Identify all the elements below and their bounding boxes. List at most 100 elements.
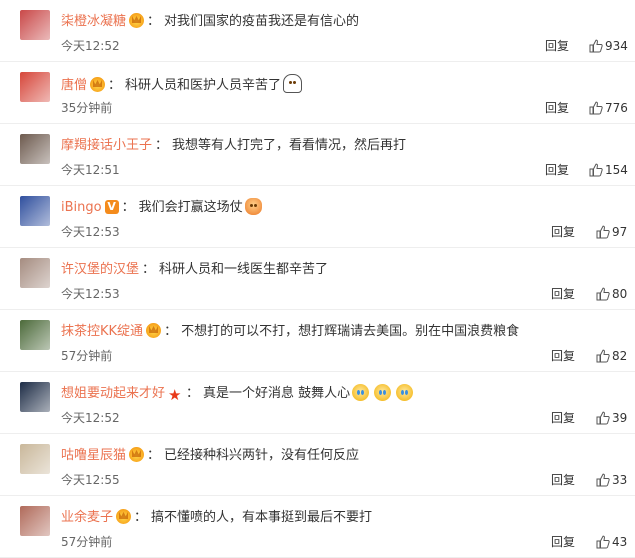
like-button[interactable]: 80 bbox=[596, 286, 627, 302]
comment-time: 57分钟前 bbox=[61, 535, 113, 549]
like-button[interactable]: 934 bbox=[589, 38, 628, 54]
avatar[interactable] bbox=[20, 444, 50, 474]
ghost-emoji-icon bbox=[283, 74, 303, 93]
comment-text: 真是一个好消息 鼓舞人心 bbox=[203, 386, 351, 401]
colon-separator: ： bbox=[164, 324, 178, 339]
reply-button[interactable]: 回复 bbox=[545, 38, 569, 54]
like-count: 39 bbox=[612, 411, 628, 425]
comment-text: 不想打的可以不打，想打辉瑞请去美国。别在中国浪费粮食 bbox=[181, 324, 520, 339]
like-button[interactable]: 776 bbox=[589, 100, 628, 116]
comment-item: iBingo ：我们会打赢这场仗今天12:53 回复 97 bbox=[0, 186, 635, 248]
reply-button[interactable]: 回复 bbox=[551, 410, 575, 426]
comment-item: 咕噜星辰猫 ：已经接种科兴两针，没有任何反应今天12:55 回复 33 bbox=[0, 434, 635, 496]
thumbs-up-icon bbox=[596, 535, 610, 549]
username-link[interactable]: 摩羯接话小王子 bbox=[61, 138, 152, 153]
comment-text: 我想等有人打完了，看看情况，然后再打 bbox=[172, 138, 407, 153]
avatar[interactable] bbox=[20, 10, 50, 40]
avatar[interactable] bbox=[20, 258, 50, 288]
cry-emoji-icon bbox=[352, 384, 370, 401]
like-count: 82 bbox=[612, 349, 628, 363]
thumbs-up-icon bbox=[596, 287, 610, 301]
like-button[interactable]: 154 bbox=[589, 162, 628, 178]
like-count: 154 bbox=[605, 163, 628, 177]
reply-button[interactable]: 回复 bbox=[545, 162, 569, 178]
colon-separator: ： bbox=[147, 14, 161, 29]
avatar[interactable] bbox=[20, 320, 50, 350]
crown-badge-icon bbox=[129, 13, 145, 28]
colon-separator: ： bbox=[186, 386, 200, 401]
thumbs-up-icon bbox=[596, 349, 610, 363]
like-count: 33 bbox=[612, 473, 628, 487]
blessing-emoji-icon bbox=[244, 198, 262, 215]
star-badge-icon: ★ bbox=[168, 386, 182, 404]
vip-badge-icon bbox=[104, 200, 119, 214]
comment-item: 许汉堡的汉堡：科研人员和一线医生都辛苦了今天12:53 回复 80 bbox=[0, 248, 635, 310]
comment-line: iBingo ：我们会打赢这场仗 bbox=[61, 198, 615, 218]
like-button[interactable]: 82 bbox=[596, 348, 627, 364]
comment-line: 抹茶控KK绽通 ：不想打的可以不打，想打辉瑞请去美国。别在中国浪费粮食 bbox=[61, 322, 615, 342]
username-link[interactable]: 咕噜星辰猫 bbox=[61, 448, 126, 463]
comment-text: 科研人员和医护人员辛苦了 bbox=[125, 78, 282, 93]
username-link[interactable]: 唐僧 bbox=[61, 78, 87, 93]
reply-button[interactable]: 回复 bbox=[551, 472, 575, 488]
like-button[interactable]: 43 bbox=[596, 534, 627, 550]
comment-text: 搞不懂喷的人，有本事挺到最后不要打 bbox=[151, 510, 373, 525]
avatar[interactable] bbox=[20, 506, 50, 536]
comment-time: 今天12:53 bbox=[61, 225, 120, 239]
comment-line: 许汉堡的汉堡：科研人员和一线医生都辛苦了 bbox=[61, 260, 615, 280]
colon-separator: ： bbox=[134, 510, 148, 525]
like-count: 934 bbox=[605, 39, 628, 53]
cry-emoji-icon bbox=[396, 384, 414, 401]
thumbs-up-icon bbox=[589, 101, 603, 115]
comment-time: 35分钟前 bbox=[61, 101, 113, 115]
colon-separator: ： bbox=[142, 262, 156, 277]
username-link[interactable]: 许汉堡的汉堡 bbox=[61, 262, 139, 277]
comment-item: 抹茶控KK绽通 ：不想打的可以不打，想打辉瑞请去美国。别在中国浪费粮食 57分钟前 回… bbox=[0, 310, 635, 372]
comment-text: 对我们国家的疫苗我还是有信心的 bbox=[164, 14, 360, 29]
comment-time: 今天12:52 bbox=[61, 39, 120, 53]
comment-time: 今天12:53 bbox=[61, 287, 120, 301]
comment-line: 咕噜星辰猫 ：已经接种科兴两针，没有任何反应 bbox=[61, 446, 615, 466]
reply-button[interactable]: 回复 bbox=[551, 224, 575, 240]
comment-line: 柒橙冰凝糖 ：对我们国家的疫苗我还是有信心的 bbox=[61, 12, 615, 32]
thumbs-up-icon bbox=[596, 225, 610, 239]
like-button[interactable]: 33 bbox=[596, 472, 627, 488]
colon-separator: ： bbox=[147, 448, 161, 463]
comment-text: 已经接种科兴两针，没有任何反应 bbox=[164, 448, 360, 463]
comment-text: 我们会打赢这场仗 bbox=[138, 200, 243, 215]
reply-button[interactable]: 回复 bbox=[551, 534, 575, 550]
avatar[interactable] bbox=[20, 196, 50, 226]
comment-item: 摩羯接话小王子：我想等有人打完了，看看情况，然后再打今天12:51 回复 154 bbox=[0, 124, 635, 186]
comment-time: 今天12:52 bbox=[61, 411, 120, 425]
reply-button[interactable]: 回复 bbox=[551, 348, 575, 364]
username-link[interactable]: 抹茶控KK绽通 bbox=[61, 324, 143, 339]
username-link[interactable]: 想姐要动起来才好 bbox=[61, 386, 165, 401]
thumbs-up-icon bbox=[589, 163, 603, 177]
reply-button[interactable]: 回复 bbox=[551, 286, 575, 302]
username-link[interactable]: 柒橙冰凝糖 bbox=[61, 14, 126, 29]
avatar[interactable] bbox=[20, 382, 50, 412]
username-link[interactable]: iBingo bbox=[61, 200, 102, 215]
colon-separator: ： bbox=[108, 78, 122, 93]
thumbs-up-icon bbox=[589, 39, 603, 53]
comment-line: 想姐要动起来才好 ★ ：真是一个好消息 鼓舞人心 bbox=[61, 384, 615, 404]
comment-time: 今天12:55 bbox=[61, 473, 120, 487]
colon-separator: ： bbox=[121, 200, 135, 215]
cry-emoji-icon bbox=[374, 384, 392, 401]
like-count: 97 bbox=[612, 225, 628, 239]
comment-line: 摩羯接话小王子：我想等有人打完了，看看情况，然后再打 bbox=[61, 136, 615, 156]
like-button[interactable]: 97 bbox=[596, 224, 627, 240]
comment-time: 57分钟前 bbox=[61, 349, 113, 363]
like-button[interactable]: 39 bbox=[596, 410, 627, 426]
comment-text: 科研人员和一线医生都辛苦了 bbox=[159, 262, 329, 277]
username-link[interactable]: 业余麦子 bbox=[61, 510, 113, 525]
comment-item: 唐僧 ：科研人员和医护人员辛苦了 35分钟前 回复 776 bbox=[0, 62, 635, 124]
like-count: 776 bbox=[605, 101, 628, 115]
comment-time: 今天12:51 bbox=[61, 163, 120, 177]
reply-button[interactable]: 回复 bbox=[545, 100, 569, 116]
comment-item: 柒橙冰凝糖 ：对我们国家的疫苗我还是有信心的今天12:52 回复 934 bbox=[0, 0, 635, 62]
avatar[interactable] bbox=[20, 134, 50, 164]
colon-separator: ： bbox=[155, 138, 169, 153]
avatar[interactable] bbox=[20, 72, 50, 102]
comment-item: 业余麦子 ：搞不懂喷的人，有本事挺到最后不要打 57分钟前 回复 43 bbox=[0, 496, 635, 558]
